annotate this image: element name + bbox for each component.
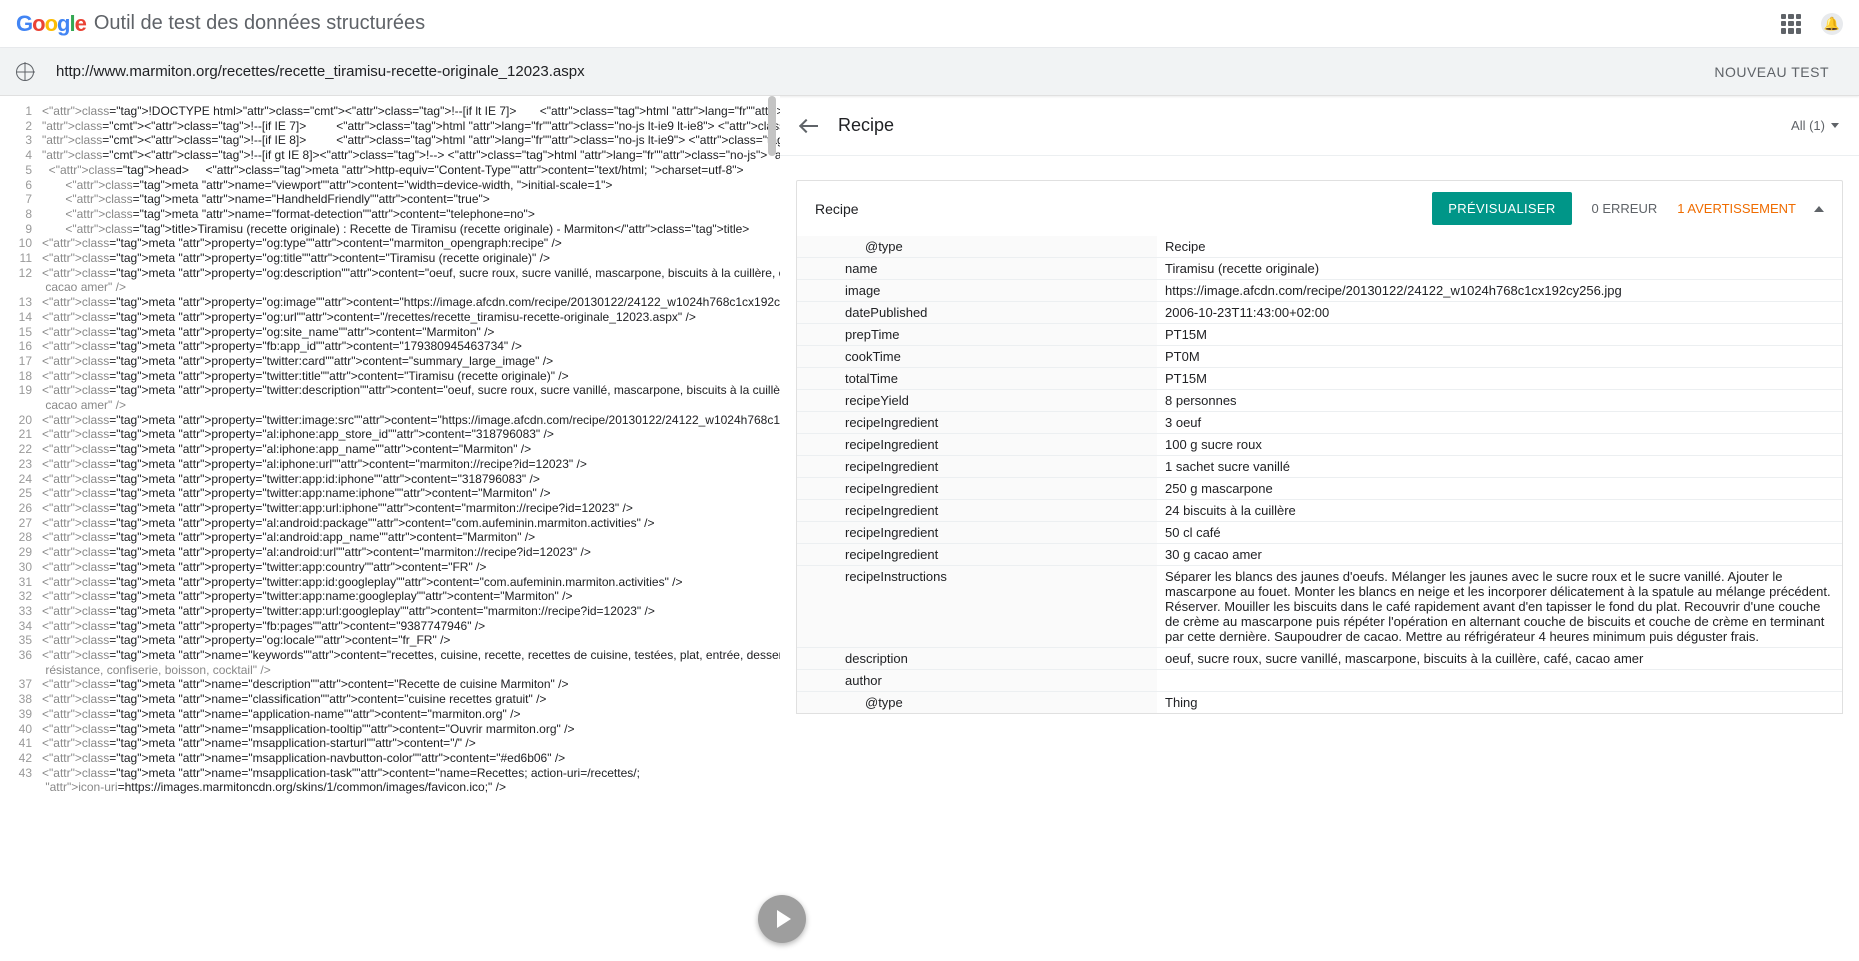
property-row[interactable]: recipeIngredient24 biscuits à la cuillèr… bbox=[797, 500, 1842, 522]
filter-all-label: All (1) bbox=[1791, 118, 1825, 133]
property-key: recipeIngredient bbox=[797, 434, 1157, 455]
property-key: recipeIngredient bbox=[797, 412, 1157, 433]
new-test-button[interactable]: NOUVEAU TEST bbox=[1700, 56, 1843, 88]
property-row[interactable]: totalTimePT15M bbox=[797, 368, 1842, 390]
globe-icon bbox=[16, 63, 34, 81]
property-row[interactable]: @typeRecipe bbox=[797, 236, 1842, 258]
property-value: Tiramisu (recette originale) bbox=[1157, 258, 1842, 279]
property-key: datePublished bbox=[797, 302, 1157, 323]
property-key: image bbox=[797, 280, 1157, 301]
code-editor[interactable]: 1<"attr">class="tag">!DOCTYPE html>"attr… bbox=[0, 96, 780, 803]
property-value: 2006-10-23T11:43:00+02:00 bbox=[1157, 302, 1842, 323]
property-row[interactable]: recipeIngredient30 g cacao amer bbox=[797, 544, 1842, 566]
google-logo: Google bbox=[16, 11, 86, 37]
property-value: 50 cl café bbox=[1157, 522, 1842, 543]
property-key: totalTime bbox=[797, 368, 1157, 389]
url-bar: http://www.marmiton.org/recettes/recette… bbox=[0, 48, 1859, 96]
back-arrow-icon[interactable] bbox=[800, 116, 820, 136]
property-row[interactable]: recipeInstructionsSéparer les blancs des… bbox=[797, 566, 1842, 648]
property-key: author bbox=[797, 670, 1157, 691]
property-value: 8 personnes bbox=[1157, 390, 1842, 411]
warning-count: 1 AVERTISSEMENT bbox=[1677, 201, 1796, 216]
property-value: PT15M bbox=[1157, 368, 1842, 389]
property-key: @type bbox=[797, 692, 1157, 713]
property-row[interactable]: recipeIngredient50 cl café bbox=[797, 522, 1842, 544]
code-scrollbar[interactable] bbox=[768, 96, 776, 156]
property-key: recipeIngredient bbox=[797, 456, 1157, 477]
property-key: recipeYield bbox=[797, 390, 1157, 411]
property-row[interactable]: nameTiramisu (recette originale) bbox=[797, 258, 1842, 280]
property-key: recipeIngredient bbox=[797, 544, 1157, 565]
property-row[interactable]: imagehttps://image.afcdn.com/recipe/2013… bbox=[797, 280, 1842, 302]
property-value: Recipe bbox=[1157, 236, 1842, 257]
property-value: PT15M bbox=[1157, 324, 1842, 345]
property-value: 100 g sucre roux bbox=[1157, 434, 1842, 455]
property-row[interactable]: recipeIngredient250 g mascarpone bbox=[797, 478, 1842, 500]
property-value: 24 biscuits à la cuillère bbox=[1157, 500, 1842, 521]
property-key: recipeIngredient bbox=[797, 500, 1157, 521]
property-row[interactable]: prepTimePT15M bbox=[797, 324, 1842, 346]
property-row[interactable]: recipeYield8 personnes bbox=[797, 390, 1842, 412]
preview-button[interactable]: PRÉVISUALISER bbox=[1432, 192, 1571, 225]
source-code-pane: 1<"attr">class="tag">!DOCTYPE html>"attr… bbox=[0, 96, 780, 961]
property-value bbox=[1157, 670, 1842, 691]
property-value: 1 sachet sucre vanillé bbox=[1157, 456, 1842, 477]
app-header: Google Outil de test des données structu… bbox=[0, 0, 1859, 48]
property-row[interactable]: cookTimePT0M bbox=[797, 346, 1842, 368]
property-key: recipeIngredient bbox=[797, 522, 1157, 543]
property-value: Séparer les blancs des jaunes d'oeufs. M… bbox=[1157, 566, 1842, 647]
property-key: name bbox=[797, 258, 1157, 279]
result-pane: Recipe All (1) Recipe PRÉVISUALISER 0 ER… bbox=[780, 96, 1859, 961]
bell-icon[interactable]: 🔔 bbox=[1821, 13, 1843, 35]
chevron-up-icon[interactable] bbox=[1814, 206, 1824, 212]
property-key: description bbox=[797, 648, 1157, 669]
property-value: 30 g cacao amer bbox=[1157, 544, 1842, 565]
entity-title: Recipe bbox=[838, 115, 894, 136]
property-key: @type bbox=[797, 236, 1157, 257]
tool-title: Outil de test des données structurées bbox=[94, 12, 425, 35]
apps-icon[interactable] bbox=[1781, 14, 1801, 34]
entity-section-name: Recipe bbox=[815, 201, 859, 217]
property-value: 3 oeuf bbox=[1157, 412, 1842, 433]
run-test-button[interactable] bbox=[758, 895, 806, 943]
property-row[interactable]: @typeThing bbox=[797, 692, 1842, 713]
tested-url: http://www.marmiton.org/recettes/recette… bbox=[56, 63, 585, 80]
error-count: 0 ERREUR bbox=[1592, 201, 1658, 216]
property-value: Thing bbox=[1157, 692, 1842, 713]
entity-section-header: Recipe PRÉVISUALISER 0 ERREUR 1 AVERTISS… bbox=[796, 180, 1843, 236]
filter-all-dropdown[interactable]: All (1) bbox=[1791, 118, 1839, 133]
property-value: https://image.afcdn.com/recipe/20130122/… bbox=[1157, 280, 1842, 301]
properties-table: @typeRecipenameTiramisu (recette origina… bbox=[796, 236, 1843, 714]
property-row[interactable]: recipeIngredient1 sachet sucre vanillé bbox=[797, 456, 1842, 478]
property-key: prepTime bbox=[797, 324, 1157, 345]
property-key: recipeInstructions bbox=[797, 566, 1157, 647]
property-row[interactable]: datePublished2006-10-23T11:43:00+02:00 bbox=[797, 302, 1842, 324]
property-row[interactable]: descriptionoeuf, sucre roux, sucre vanil… bbox=[797, 648, 1842, 670]
chevron-down-icon bbox=[1831, 123, 1839, 128]
property-value: PT0M bbox=[1157, 346, 1842, 367]
property-row[interactable]: recipeIngredient100 g sucre roux bbox=[797, 434, 1842, 456]
property-value: 250 g mascarpone bbox=[1157, 478, 1842, 499]
property-key: cookTime bbox=[797, 346, 1157, 367]
property-row[interactable]: recipeIngredient3 oeuf bbox=[797, 412, 1842, 434]
property-row[interactable]: author bbox=[797, 670, 1842, 692]
property-key: recipeIngredient bbox=[797, 478, 1157, 499]
property-value: oeuf, sucre roux, sucre vanillé, mascarp… bbox=[1157, 648, 1842, 669]
